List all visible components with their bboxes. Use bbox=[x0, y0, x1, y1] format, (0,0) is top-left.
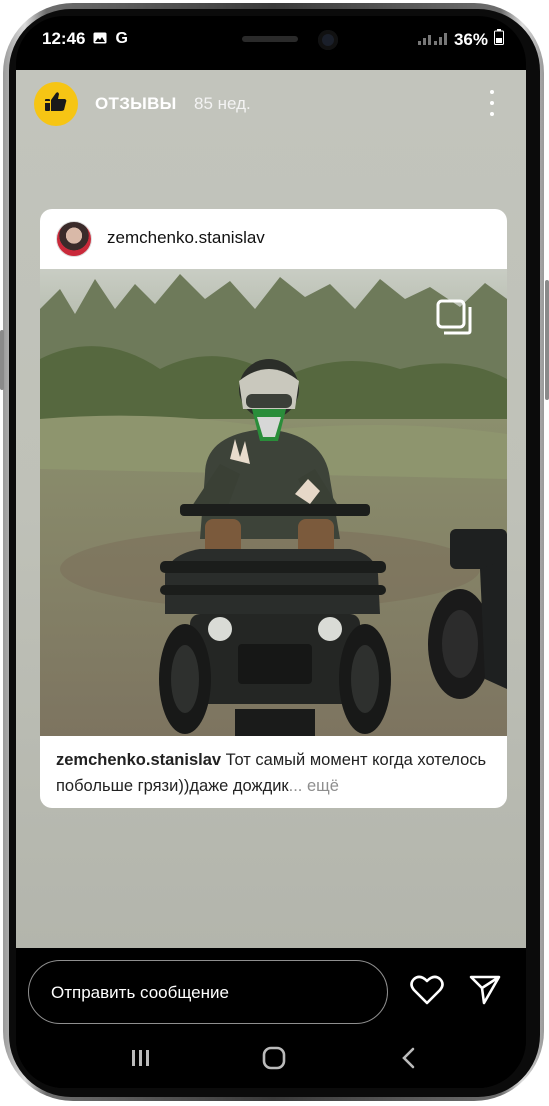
story-view[interactable]: ОТЗЫВЫ 85 нед. zemchenko.stanislav zemch… bbox=[16, 70, 526, 948]
shared-post-card[interactable]: zemchenko.stanislav zemchenko.stanislav … bbox=[40, 209, 507, 808]
status-left: 12:46 G bbox=[42, 29, 128, 49]
home-icon[interactable] bbox=[259, 1044, 289, 1072]
post-header: zemchenko.stanislav bbox=[40, 209, 507, 269]
more-options-icon[interactable] bbox=[482, 90, 502, 116]
post-username[interactable]: zemchenko.stanislav bbox=[107, 228, 265, 248]
thumbs-up-icon bbox=[42, 90, 69, 119]
reply-bar: Отправить сообщение bbox=[16, 948, 526, 1028]
power-button bbox=[545, 280, 549, 400]
story-title[interactable]: ОТЗЫВЫ bbox=[95, 94, 177, 114]
back-icon[interactable] bbox=[394, 1044, 424, 1072]
system-nav-bar bbox=[16, 1028, 526, 1088]
story-timestamp: 85 нед. bbox=[194, 94, 251, 113]
google-icon: G bbox=[115, 30, 128, 47]
post-caption: zemchenko.stanislav Тот самый момент ког… bbox=[56, 747, 496, 799]
volume-button bbox=[0, 330, 4, 390]
status-right: 36% bbox=[417, 29, 504, 50]
battery-icon bbox=[494, 29, 504, 50]
status-time: 12:46 bbox=[42, 29, 86, 48]
phone-device: ОТЗЫВЫ 85 нед. zemchenko.stanislav zemch… bbox=[0, 0, 549, 1106]
caption-more-link[interactable]: ... ещё bbox=[289, 777, 339, 795]
message-input-placeholder: Отправить сообщение bbox=[51, 983, 229, 1002]
story-header: ОТЗЫВЫ 85 нед. bbox=[16, 70, 526, 134]
battery-level: 36% bbox=[453, 29, 488, 49]
status-bar: 12:46 G 36% bbox=[16, 16, 526, 70]
like-heart-icon[interactable] bbox=[410, 974, 444, 1006]
user-avatar[interactable] bbox=[56, 221, 92, 257]
front-camera bbox=[318, 30, 338, 50]
post-photo[interactable] bbox=[40, 269, 507, 736]
screen: ОТЗЫВЫ 85 нед. zemchenko.stanislav zemch… bbox=[16, 16, 526, 1088]
send-icon[interactable] bbox=[468, 973, 502, 1005]
signal-icon bbox=[417, 30, 448, 50]
recent-apps-icon[interactable] bbox=[126, 1044, 156, 1072]
message-input[interactable]: Отправить сообщение bbox=[28, 960, 388, 1024]
image-icon bbox=[93, 29, 107, 49]
camera-notch bbox=[142, 16, 404, 68]
story-avatar[interactable] bbox=[34, 82, 78, 126]
earpiece bbox=[242, 36, 298, 42]
caption-username[interactable]: zemchenko.stanislav bbox=[56, 751, 221, 769]
